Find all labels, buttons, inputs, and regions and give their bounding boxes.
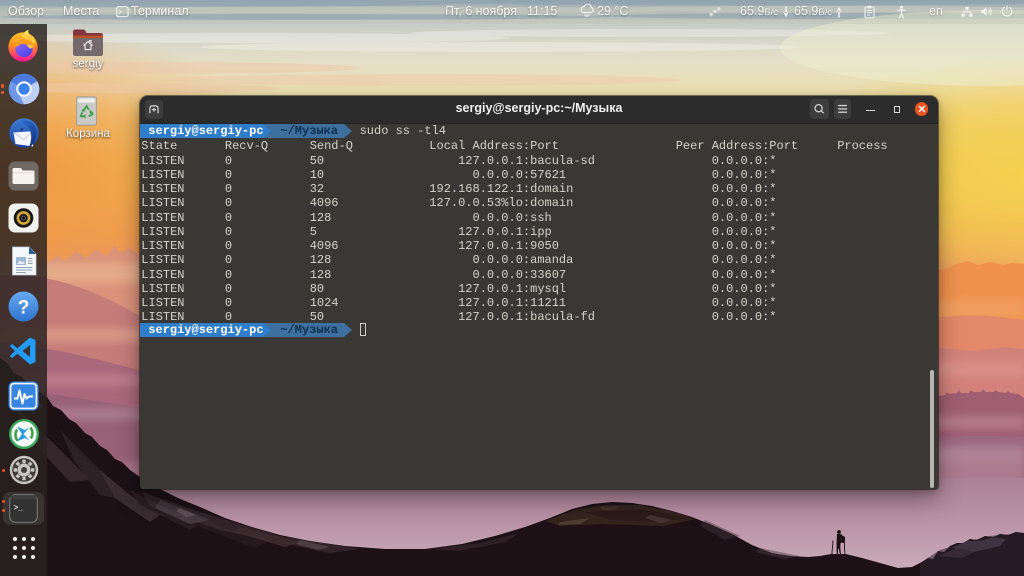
svg-text:?: ? <box>18 297 30 318</box>
svg-text:>_: >_ <box>14 504 24 513</box>
